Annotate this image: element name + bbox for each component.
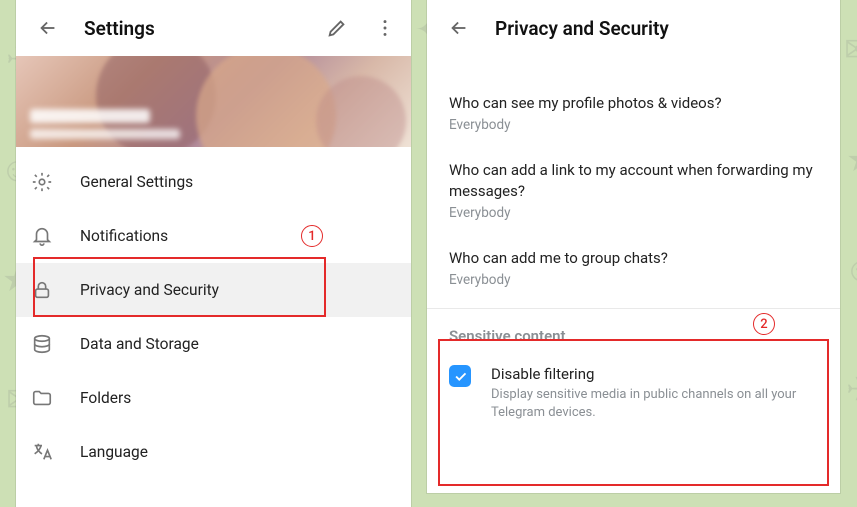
menu-label: Language bbox=[80, 443, 148, 461]
privacy-question: Who can add a link to my account when fo… bbox=[449, 160, 818, 201]
menu-item-privacy[interactable]: Privacy and Security bbox=[16, 263, 411, 317]
privacy-row-forward-link[interactable]: Who can add a link to my account when fo… bbox=[427, 147, 840, 235]
folder-icon bbox=[30, 387, 54, 409]
language-icon bbox=[30, 441, 54, 463]
menu-label: General Settings bbox=[80, 173, 193, 191]
bell-icon bbox=[30, 225, 54, 247]
privacy-row-group-chats[interactable]: Who can add me to group chats? Everybody bbox=[427, 235, 840, 302]
menu-item-folders[interactable]: Folders bbox=[16, 371, 411, 425]
privacy-row-profile-photos[interactable]: Who can see my profile photos & videos? … bbox=[427, 80, 840, 147]
privacy-value: Everybody bbox=[449, 272, 818, 288]
more-button[interactable] bbox=[373, 10, 397, 46]
back-button[interactable] bbox=[441, 10, 477, 46]
disable-filtering-checkbox[interactable] bbox=[449, 365, 471, 387]
lock-icon bbox=[30, 279, 54, 301]
pencil-icon bbox=[326, 17, 348, 39]
arrow-left-icon bbox=[448, 17, 470, 39]
menu-label: Data and Storage bbox=[80, 335, 199, 353]
privacy-value: Everybody bbox=[449, 205, 818, 221]
menu-label: Privacy and Security bbox=[80, 281, 219, 299]
menu-item-notifications[interactable]: Notifications bbox=[16, 209, 411, 263]
settings-panel: Settings General Settings Notifications … bbox=[16, 0, 411, 507]
menu-item-language[interactable]: Language bbox=[16, 425, 411, 479]
menu-label: Notifications bbox=[80, 227, 168, 245]
privacy-question: Who can add me to group chats? bbox=[449, 248, 818, 268]
privacy-panel: Privacy and Security Who can see my prof… bbox=[427, 0, 840, 493]
menu-label: Folders bbox=[80, 389, 131, 407]
profile-name-blurred bbox=[30, 109, 180, 139]
disable-filtering-title: Disable filtering bbox=[491, 365, 818, 383]
settings-menu: General Settings Notifications Privacy a… bbox=[16, 147, 411, 479]
check-icon bbox=[453, 369, 468, 384]
settings-title: Settings bbox=[84, 17, 301, 40]
privacy-header: Privacy and Security bbox=[427, 0, 840, 56]
gear-icon bbox=[30, 171, 54, 193]
menu-item-data-storage[interactable]: Data and Storage bbox=[16, 317, 411, 371]
privacy-title: Privacy and Security bbox=[495, 17, 826, 40]
sensitive-section-title: Sensitive content bbox=[427, 309, 840, 355]
arrow-left-icon bbox=[37, 17, 59, 39]
menu-item-general[interactable]: General Settings bbox=[16, 155, 411, 209]
disable-filtering-desc: Display sensitive media in public channe… bbox=[491, 386, 818, 421]
back-button[interactable] bbox=[30, 10, 66, 46]
settings-header: Settings bbox=[16, 0, 411, 56]
disable-filtering-row[interactable]: Disable filtering Display sensitive medi… bbox=[427, 355, 840, 439]
more-vertical-icon bbox=[374, 17, 396, 39]
privacy-question: Who can see my profile photos & videos? bbox=[449, 93, 818, 113]
database-icon bbox=[30, 333, 54, 355]
privacy-value: Everybody bbox=[449, 117, 818, 133]
profile-banner[interactable] bbox=[16, 56, 411, 147]
edit-button[interactable] bbox=[319, 10, 355, 46]
